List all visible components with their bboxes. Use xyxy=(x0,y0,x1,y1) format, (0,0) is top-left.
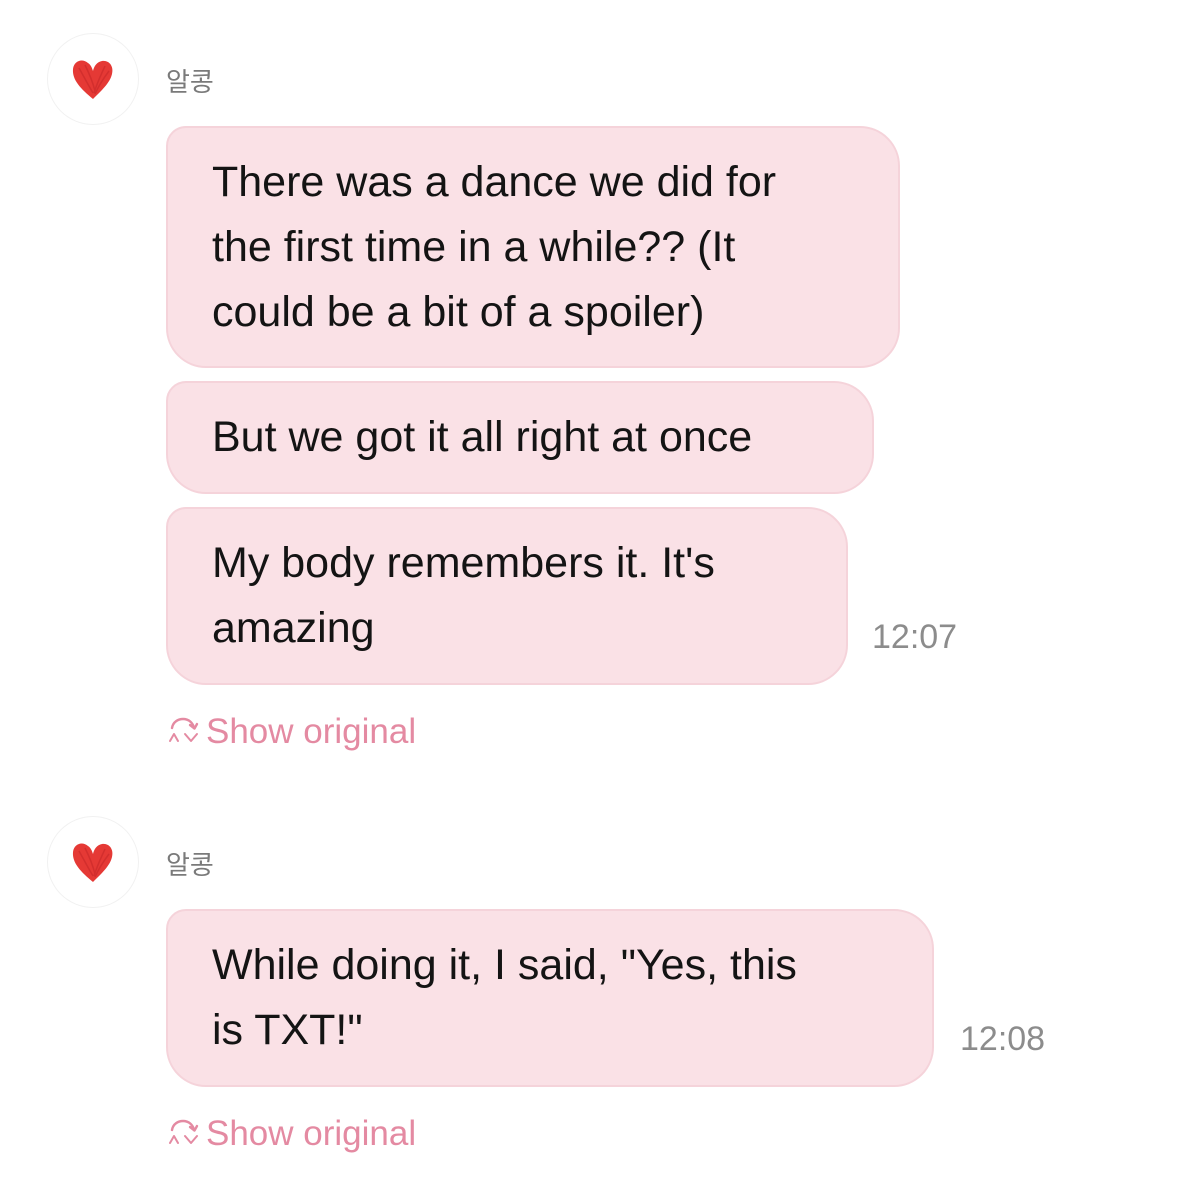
message-timestamp: 12:07 xyxy=(872,618,958,656)
red-heart-icon xyxy=(72,60,113,99)
avatar[interactable] xyxy=(48,817,138,907)
message-text: There was a dance we did for the first t… xyxy=(212,157,777,336)
red-heart-icon xyxy=(72,843,113,882)
message-text: My body remembers it. It's amazing xyxy=(212,539,715,652)
message-timestamp: 12:08 xyxy=(960,1020,1046,1058)
message-bubble[interactable]: My body remembers it. It's amazing xyxy=(166,507,848,685)
message-bubble[interactable]: While doing it, I said, "Yes, this is TX… xyxy=(166,909,934,1087)
message-text: But we got it all right at once xyxy=(212,413,753,461)
show-original-label: Show original xyxy=(206,712,417,751)
sender-name: 알콩 xyxy=(166,68,214,98)
avatar[interactable] xyxy=(48,34,138,124)
translate-icon xyxy=(169,717,199,742)
show-original-label: Show original xyxy=(206,1114,417,1153)
message-bubble[interactable]: There was a dance we did for the first t… xyxy=(166,126,900,368)
show-original-button[interactable]: Show original xyxy=(166,712,416,752)
message-text: While doing it, I said, "Yes, this is TX… xyxy=(212,941,797,1054)
sender-name: 알콩 xyxy=(166,851,214,881)
message-bubble[interactable]: But we got it all right at once xyxy=(166,381,874,494)
show-original-button[interactable]: Show original xyxy=(166,1114,416,1154)
translate-icon xyxy=(169,1119,199,1144)
